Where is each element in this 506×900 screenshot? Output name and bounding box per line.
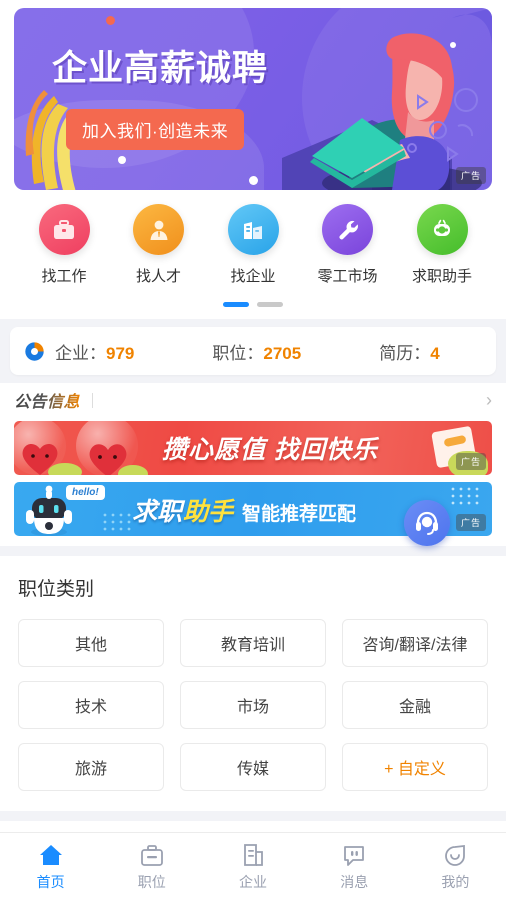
briefcase-icon — [140, 845, 163, 866]
ad-banner-red[interactable]: 攒心愿值 找回快乐 广告 — [14, 421, 492, 475]
quicknav-label: 找工作 — [41, 268, 87, 285]
dot-grid-decoration — [451, 487, 479, 505]
stat-label: 简历： — [379, 343, 431, 363]
quicknav-item-find-company[interactable]: 找企业 — [209, 204, 297, 286]
add-custom-category-chip[interactable]: + 自定义 — [342, 743, 488, 791]
tab-label: 企业 — [239, 874, 267, 890]
home-icon — [39, 845, 62, 865]
category-chip[interactable]: 技术 — [18, 681, 164, 729]
tab-label: 消息 — [340, 874, 369, 890]
stat-value: 979 — [106, 343, 135, 363]
ad-label: 广告 — [455, 514, 486, 531]
tab-positions[interactable]: 职位 — [101, 833, 202, 900]
quicknav-item-find-talent[interactable]: 找人才 — [115, 204, 203, 286]
tab-label: 职位 — [137, 874, 166, 890]
job-category-section: 职位类别 其他 教育培训 咨询/翻译/法律 技术 市场 金融 旅游 传媒 + 自… — [0, 556, 506, 811]
category-chip[interactable]: 旅游 — [18, 743, 164, 791]
ad-blue-text-main: 求职 — [132, 498, 183, 526]
profile-icon — [445, 844, 466, 866]
category-chip[interactable]: 市场 — [180, 681, 326, 729]
stats-bar: 企业：979 职位：2705 简历：4 — [10, 327, 496, 375]
top-card: 企业高薪诚聘 加入我们·创造未来 广告 找工作 找人才 找企业 零工市场 求职助… — [0, 0, 506, 319]
category-chip[interactable]: 金融 — [342, 681, 488, 729]
leaf-decoration-icon — [48, 463, 82, 475]
dot-grid-decoration — [103, 513, 131, 531]
divider — [92, 392, 94, 408]
quicknav-item-job-assistant[interactable]: 求职助手 — [398, 204, 486, 286]
company-icon — [244, 844, 263, 866]
customer-support-fab[interactable] — [404, 500, 450, 546]
hero-dot — [106, 16, 115, 25]
leaf-decoration-icon — [118, 465, 148, 475]
tab-profile[interactable]: 我的 — [405, 833, 506, 900]
hero-cta-button[interactable]: 加入我们·创造未来 — [66, 109, 245, 150]
hero-dot — [118, 156, 126, 164]
tab-label: 我的 — [441, 874, 470, 890]
category-chip[interactable]: 教育培训 — [180, 619, 326, 667]
ad-label: 广告 — [455, 167, 486, 184]
notice-section: 公告信息 › 攒心愿值 找回快乐 广告 hello! 求职 助手 智能推荐匹配 … — [0, 383, 506, 546]
briefcase-icon — [38, 204, 90, 255]
tab-home[interactable]: 首页 — [0, 833, 101, 900]
hero-title: 企业高薪诚聘 — [52, 49, 269, 89]
pager-dot-active[interactable] — [223, 302, 249, 307]
quicknav-pager — [14, 286, 492, 319]
stat-label: 职位： — [212, 343, 264, 363]
notice-header[interactable]: 公告信息 › — [0, 383, 506, 417]
stat-label: 企业： — [55, 343, 106, 363]
quicknav-label: 找人才 — [135, 268, 181, 285]
ad-blue-text-sub: 智能推荐匹配 — [242, 504, 357, 525]
quicknav-label: 求职助手 — [411, 268, 472, 285]
ad-red-text: 攒心愿值 找回快乐 — [162, 436, 378, 464]
stat-value: 4 — [430, 343, 440, 363]
quicknav-label: 零工市场 — [317, 268, 378, 285]
ad-label: 广告 — [455, 453, 486, 470]
wrench-icon — [322, 204, 373, 255]
person-icon — [133, 204, 184, 255]
tab-companies[interactable]: 企业 — [202, 833, 303, 900]
bottom-tab-bar: 首页 职位 企业 消息 我的 — [0, 832, 506, 900]
job-category-title: 职位类别 — [18, 579, 95, 600]
app-root: 企业高薪诚聘 加入我们·创造未来 广告 找工作 找人才 找企业 零工市场 求职助… — [0, 0, 506, 900]
quicknav-label: 找企业 — [230, 268, 276, 285]
stat-resumes: 简历：4 — [379, 339, 439, 364]
category-chip[interactable]: 传媒 — [180, 743, 326, 791]
ad-blue-text: 求职 助手 智能推荐匹配 — [132, 492, 356, 528]
tab-label: 首页 — [36, 874, 65, 890]
job-category-grid: 其他 教育培训 咨询/翻译/法律 技术 市场 金融 旅游 传媒 + 自定义 — [18, 619, 488, 791]
ad-blue-text-accent: 助手 — [183, 498, 234, 526]
message-icon — [344, 846, 365, 866]
chevron-right-icon[interactable]: › — [486, 390, 492, 411]
hero-banner[interactable]: 企业高薪诚聘 加入我们·创造未来 广告 — [14, 8, 492, 190]
hero-illustration — [282, 8, 492, 190]
tab-messages[interactable]: 消息 — [304, 833, 405, 900]
quicknav-item-find-job[interactable]: 找工作 — [20, 204, 108, 286]
donut-chart-icon — [25, 341, 44, 361]
hello-bubble: hello! — [66, 485, 105, 500]
quick-nav: 找工作 找人才 找企业 零工市场 求职助手 — [14, 190, 492, 286]
pager-dot[interactable] — [257, 302, 283, 307]
building-icon — [227, 204, 279, 255]
stat-positions: 职位：2705 — [212, 339, 301, 364]
robot-face-icon — [416, 204, 468, 255]
quicknav-item-gig-market[interactable]: 零工市场 — [304, 204, 392, 286]
stat-value: 2705 — [263, 343, 302, 363]
headset-support-icon — [416, 511, 438, 535]
category-chip[interactable]: 咨询/翻译/法律 — [342, 619, 488, 667]
stat-companies: 企业：979 — [55, 339, 134, 364]
category-chip[interactable]: 其他 — [18, 619, 164, 667]
notice-title: 公告信息 — [14, 388, 80, 412]
